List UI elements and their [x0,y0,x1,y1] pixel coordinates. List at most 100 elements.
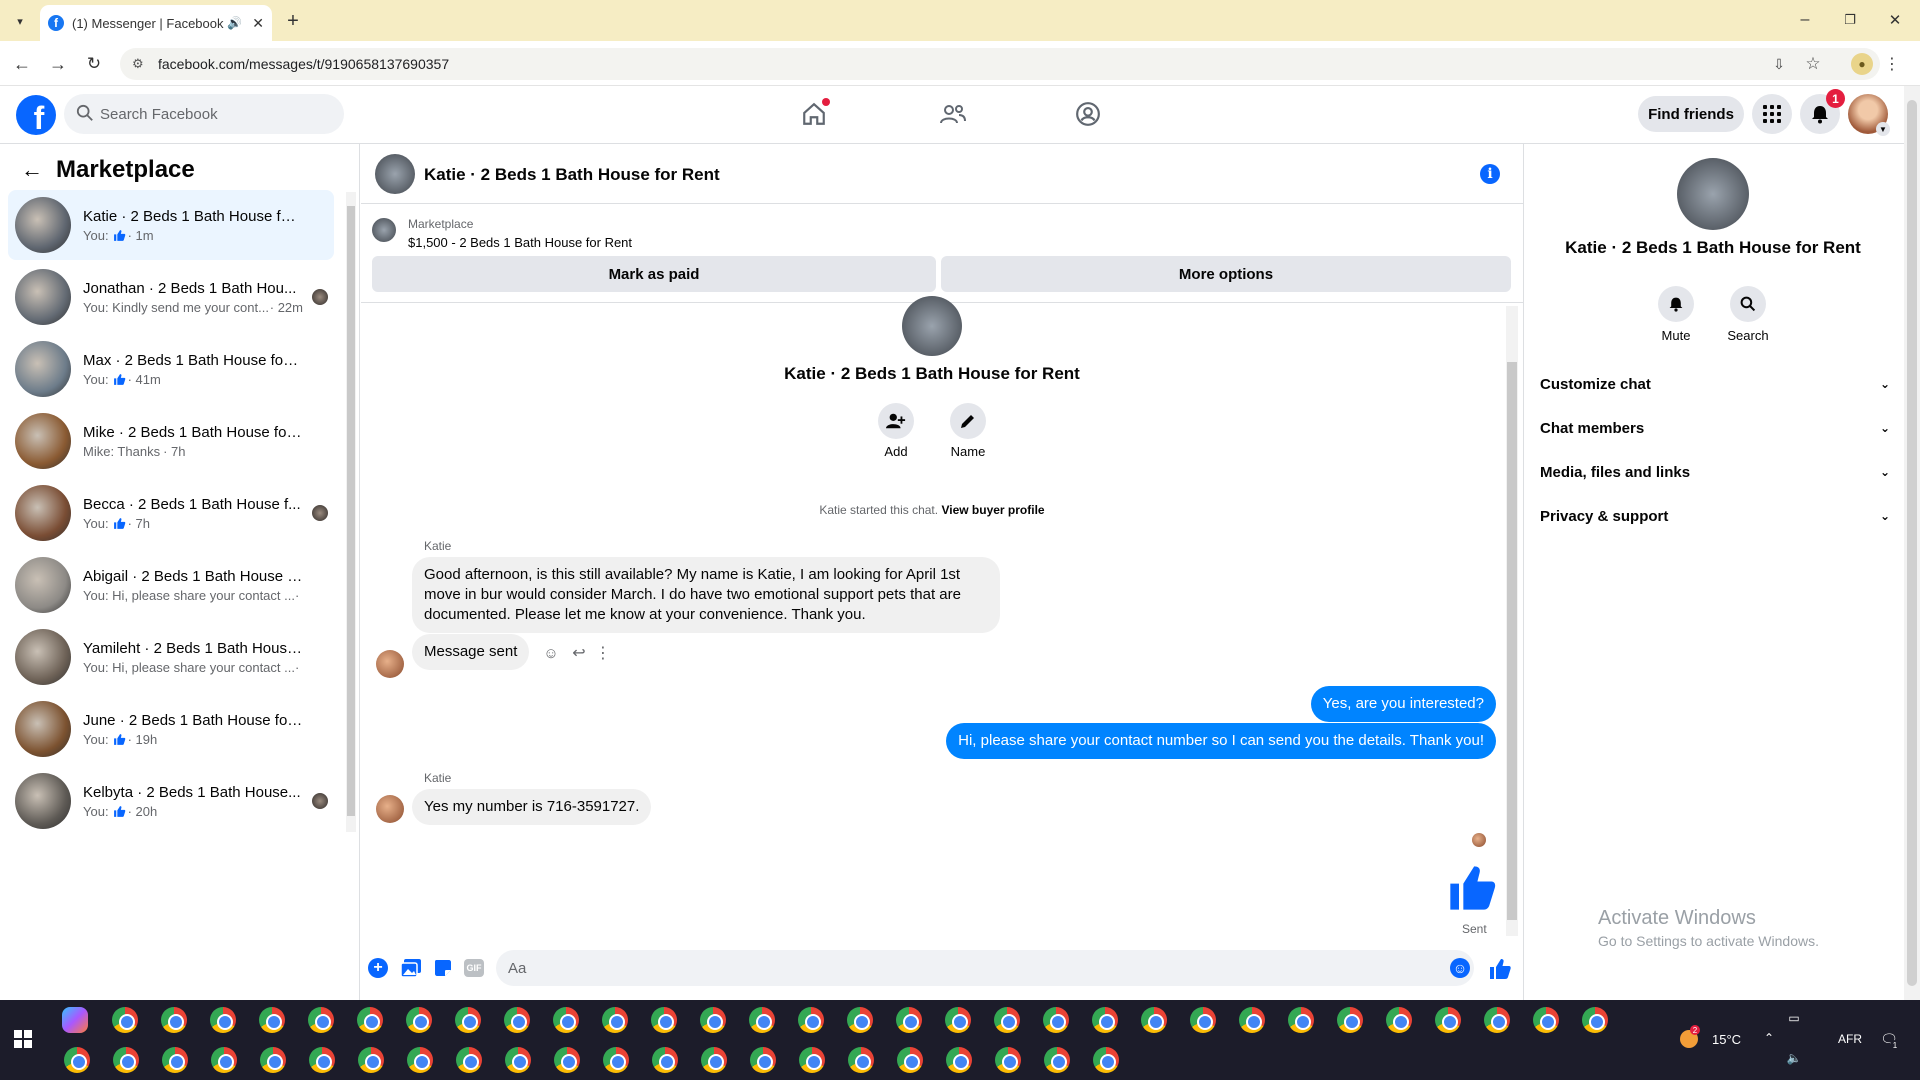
chrome-taskbar-icon[interactable] [260,1047,286,1073]
media-files-links-row[interactable]: Media, files and links ⌄ [1540,454,1890,490]
chrome-taskbar-icon[interactable] [602,1007,628,1033]
tab-close-icon[interactable]: ✕ [252,15,264,32]
message-bubble-incoming[interactable]: Yes my number is 716-3591727. [412,789,652,825]
site-info-icon[interactable]: ⚙ [132,56,144,72]
scrollbar-thumb[interactable] [347,206,355,816]
message-composer-input[interactable]: Aa [496,950,1474,986]
chrome-taskbar-icon[interactable] [259,1007,285,1033]
chrome-taskbar-icon[interactable] [701,1047,727,1073]
chrome-taskbar-icon[interactable] [406,1007,432,1033]
chrome-taskbar-icon[interactable] [603,1047,629,1073]
more-options-button[interactable]: More options [941,256,1511,292]
chrome-taskbar-icon[interactable] [700,1007,726,1033]
chrome-taskbar-icon[interactable] [112,1007,138,1033]
chrome-taskbar-icon[interactable] [896,1007,922,1033]
chrome-taskbar-icon[interactable] [357,1007,383,1033]
chrome-taskbar-icon[interactable] [1043,1007,1069,1033]
chrome-taskbar-icon[interactable] [1582,1007,1608,1033]
forward-icon[interactable]: → [46,52,70,76]
chrome-taskbar-icon[interactable] [945,1007,971,1033]
home-nav-icon[interactable] [800,98,830,128]
listing-thumbnail[interactable] [372,218,396,242]
chat-profile-avatar[interactable] [902,296,962,356]
chrome-taskbar-icon[interactable] [1141,1007,1167,1033]
install-app-icon[interactable]: ⇩ [1768,53,1790,75]
profile-nav-icon[interactable] [1074,100,1102,128]
sticker-icon[interactable] [432,958,454,978]
window-close-icon[interactable]: ✕ [1885,8,1905,32]
profile-icon[interactable]: ● [1851,53,1873,75]
chrome-taskbar-icon[interactable] [161,1007,187,1033]
tray-chevron-up-icon[interactable]: ⌃ [1762,1030,1776,1046]
chrome-taskbar-icon[interactable] [994,1007,1020,1033]
search-conversation-button[interactable] [1730,286,1766,322]
mute-button[interactable] [1658,286,1694,322]
reload-icon[interactable]: ↻ [82,52,106,76]
chrome-taskbar-icon[interactable] [162,1047,188,1073]
view-buyer-profile-link[interactable]: View buyer profile [941,503,1044,517]
message-bubble-outgoing[interactable]: Hi, please share your contact number so … [946,723,1496,759]
mark-as-paid-button[interactable]: Mark as paid [372,256,936,292]
facebook-search-input[interactable]: Search Facebook [64,94,344,134]
network-icon[interactable]: ▭ [1786,1010,1802,1026]
back-icon[interactable]: ← [10,52,34,76]
chrome-taskbar-icon[interactable] [1092,1007,1118,1033]
message-bubble-outgoing[interactable]: Yes, are you interested? [1310,686,1496,722]
chrome-taskbar-icon[interactable] [1093,1047,1119,1073]
chat-scrollbar-thumb[interactable] [1507,362,1517,920]
conversation-item[interactable]: Max · 2 Beds 1 Bath House for R... You: · … [8,334,334,404]
chrome-taskbar-icon[interactable] [1337,1007,1363,1033]
copilot-icon[interactable] [62,1007,88,1033]
chrome-taskbar-icon[interactable] [308,1007,334,1033]
edit-name-button[interactable] [950,403,986,439]
gif-icon[interactable]: GIF [464,959,484,977]
chrome-taskbar-icon[interactable] [211,1047,237,1073]
conversation-item[interactable]: June · 2 Beds 1 Bath House for R... You: ·… [8,694,334,764]
account-chevron-icon[interactable]: ▼ [1876,122,1890,136]
emoji-picker-icon[interactable]: ☺ [1450,958,1470,978]
conversation-info-icon[interactable]: i [1480,164,1500,184]
conversation-item[interactable]: Katie · 2 Beds 1 Bath House for ... You: ·… [8,190,334,260]
chrome-taskbar-icon[interactable] [897,1047,923,1073]
facebook-logo-icon[interactable]: f [16,95,56,135]
minimize-icon[interactable]: – [1795,8,1815,32]
chrome-taskbar-icon[interactable] [456,1047,482,1073]
back-arrow-icon[interactable]: ← [18,157,46,182]
friends-nav-icon[interactable] [938,100,968,128]
chrome-taskbar-icon[interactable] [1044,1047,1070,1073]
chrome-taskbar-icon[interactable] [1484,1007,1510,1033]
chrome-taskbar-icon[interactable] [847,1007,873,1033]
chrome-taskbar-icon[interactable] [455,1007,481,1033]
chrome-taskbar-icon[interactable] [553,1007,579,1033]
chat-header-avatar[interactable] [375,154,415,194]
find-friends-button[interactable]: Find friends [1638,96,1744,132]
page-scrollbar-thumb[interactable] [1907,100,1917,986]
chat-members-row[interactable]: Chat members ⌄ [1540,410,1890,446]
chrome-taskbar-icon[interactable] [210,1007,236,1033]
sender-avatar[interactable] [376,650,404,678]
send-like-icon[interactable] [1488,957,1512,981]
react-emoji-icon[interactable]: ☺ [542,644,560,662]
chrome-taskbar-icon[interactable] [1435,1007,1461,1033]
chat-header-title[interactable]: Katie · 2 Beds 1 Bath House for Rent [424,165,720,185]
browser-tab-messenger[interactable]: f (1) Messenger | Facebook 🔊 ✕ [40,5,272,41]
chrome-taskbar-icon[interactable] [799,1047,825,1073]
chrome-taskbar-icon[interactable] [407,1047,433,1073]
conversation-item[interactable]: Becca · 2 Beds 1 Bath House f... You: · 7h [8,478,334,548]
new-tab-icon[interactable]: + [282,10,304,32]
attach-photo-icon[interactable] [400,958,422,978]
chrome-taskbar-icon[interactable] [504,1007,530,1033]
chrome-taskbar-icon[interactable] [505,1047,531,1073]
chrome-taskbar-icon[interactable] [750,1047,776,1073]
conversation-item[interactable]: Mike · 2 Beds 1 Bath House for ... Mike: … [8,406,334,476]
chrome-taskbar-icon[interactable] [1386,1007,1412,1033]
chrome-taskbar-icon[interactable] [652,1047,678,1073]
chrome-taskbar-icon[interactable] [1533,1007,1559,1033]
chrome-taskbar-icon[interactable] [309,1047,335,1073]
conversation-item[interactable]: Abigail · 2 Beds 1 Bath House fo... You: … [8,550,334,620]
privacy-support-row[interactable]: Privacy & support ⌄ [1540,498,1890,534]
chrome-taskbar-icon[interactable] [554,1047,580,1073]
volume-icon[interactable]: 🔈 [1786,1050,1802,1066]
chrome-taskbar-icon[interactable] [64,1047,90,1073]
temperature-text[interactable]: 15°C [1712,1032,1741,1047]
